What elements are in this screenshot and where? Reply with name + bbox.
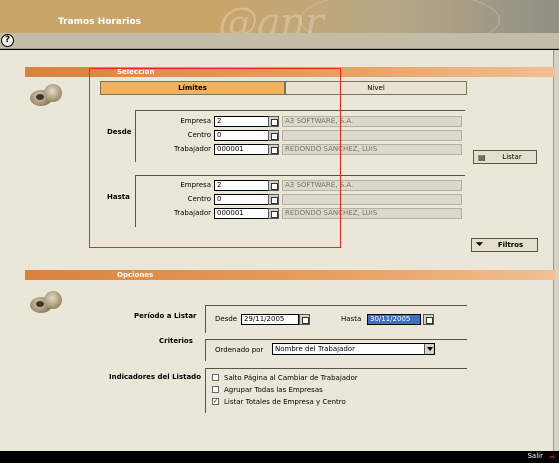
exit-arrow-icon[interactable]: ⇒ xyxy=(549,453,555,461)
title-bar: @anr Tramos Horarios xyxy=(0,0,559,33)
calendar-hasta-icon[interactable] xyxy=(423,314,434,325)
opciones-section-title: Opciones xyxy=(117,271,154,279)
chevron-down-icon[interactable] xyxy=(424,344,434,354)
gears-icon-opciones xyxy=(28,289,66,317)
criterios-label: Criterios xyxy=(159,337,193,345)
status-bar: Salir ⇒ xyxy=(0,451,559,463)
ordenado-por-select[interactable]: Nombre del Trabajador xyxy=(272,343,435,355)
ordenado-por-label: Ordenado por xyxy=(215,346,264,354)
checkbox-listar-totales[interactable]: ✓ xyxy=(212,398,219,405)
filtros-button[interactable]: ⏷ Filtros xyxy=(471,238,538,252)
app-logo: @anr xyxy=(218,0,324,33)
checkbox-salto-pagina[interactable] xyxy=(212,374,219,381)
printer-icon: ▤ xyxy=(478,153,486,162)
window-title: Tramos Horarios xyxy=(58,17,142,27)
listar-button[interactable]: ▤ Listar xyxy=(473,150,537,164)
periodo-desde-field[interactable]: 29/11/2005 xyxy=(241,314,299,325)
toolbar xyxy=(0,33,559,49)
calendar-desde-icon[interactable] xyxy=(299,314,310,325)
salto-pagina-label: Salto Página al Cambiar de Trabajador xyxy=(224,374,358,382)
right-scroll-edge xyxy=(554,50,559,451)
highlight-rectangle xyxy=(89,68,341,248)
listar-totales-label: Listar Totales de Empresa y Centro xyxy=(224,398,346,406)
tab-nivel-label: Nivel xyxy=(367,84,385,92)
filtros-button-label: Filtros xyxy=(497,241,524,249)
indicadores-label: Indicadores del Listado xyxy=(109,373,202,381)
ordenado-por-value: Nombre del Trabajador xyxy=(275,345,355,353)
help-icon[interactable]: ? xyxy=(1,34,14,47)
agrupar-empresas-label: Agrupar Todas las Empresas xyxy=(224,386,323,394)
funnel-icon: ⏷ xyxy=(476,240,484,250)
logo-swirl xyxy=(300,0,500,33)
periodo-desde-label: Desde xyxy=(215,315,238,323)
opciones-section-header: Opciones xyxy=(25,270,555,280)
salir-link[interactable]: Salir xyxy=(527,452,543,460)
periodo-hasta-label: Hasta xyxy=(341,315,362,323)
gears-icon xyxy=(28,82,66,110)
listar-button-label: Listar xyxy=(502,153,522,161)
periodo-hasta-field[interactable]: 30/11/2005 xyxy=(367,314,421,325)
checkbox-agrupar-empresas[interactable] xyxy=(212,386,219,393)
periodo-label: Período a Listar xyxy=(134,312,197,320)
